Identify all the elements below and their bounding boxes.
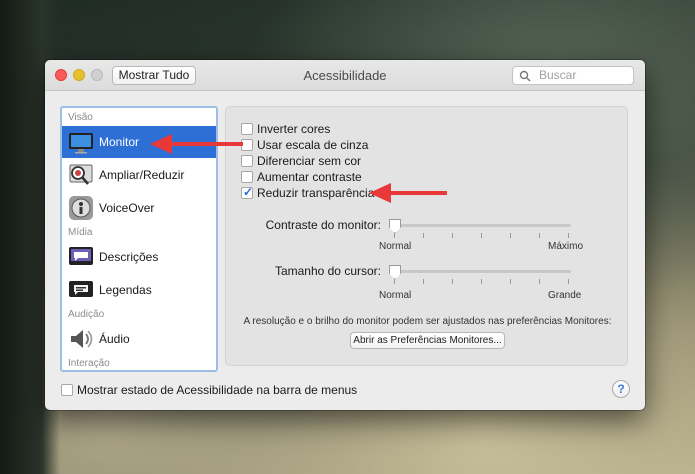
option-label: Inverter cores: [257, 122, 331, 136]
checkbox[interactable]: [61, 384, 73, 396]
search-icon: [519, 70, 531, 82]
open-displays-prefs-button[interactable]: Abrir as Preferências Monitores...: [350, 332, 505, 349]
option-label: Usar escala de cinza: [257, 138, 369, 152]
tick: [394, 279, 395, 284]
speaker-icon: [71, 330, 93, 348]
sidebar-item-captions[interactable]: Legendas: [62, 274, 216, 306]
contrast-slider-label: Contraste do monitor:: [265, 218, 381, 232]
sidebar-item-label: Monitor: [99, 135, 140, 149]
sidebar-item-voiceover[interactable]: VoiceOver: [62, 192, 216, 224]
checkmark-icon: ✓: [243, 185, 254, 199]
contrast-max-label: Máximo: [548, 241, 584, 252]
contrast-min-label: Normal: [379, 241, 412, 252]
sidebar-item-descriptions[interactable]: Descrições: [62, 241, 216, 273]
option-label: Diferenciar sem cor: [257, 154, 362, 168]
section-label-interaction: Interação: [68, 358, 110, 369]
display-info-text: A resolução e o brilho do monitor podem …: [243, 316, 612, 327]
tick: [394, 233, 395, 238]
sidebar-item-label: Áudio: [99, 332, 130, 346]
tick: [423, 279, 424, 284]
monitor-icon: [69, 133, 93, 154]
checkbox[interactable]: [241, 155, 253, 167]
tick: [539, 233, 540, 238]
cursor-max-label: Grande: [548, 290, 582, 301]
option-label: Mostrar estado de Acessibilidade na barr…: [77, 383, 358, 397]
sidebar-item-audio[interactable]: Áudio: [62, 323, 216, 355]
tick: [452, 279, 453, 284]
annotation-arrow-icon: [150, 134, 243, 154]
tick: [510, 233, 511, 238]
tick: [481, 279, 482, 284]
tick: [568, 233, 569, 238]
tick: [452, 233, 453, 238]
annotation-arrow-icon: [369, 183, 447, 203]
help-button[interactable]: ?: [612, 380, 630, 398]
contrast-slider-track[interactable]: [389, 224, 571, 227]
option-label: Aumentar contraste: [257, 170, 362, 184]
section-label-vision: Visão: [68, 112, 93, 123]
cursor-slider-knob[interactable]: [389, 265, 401, 279]
sidebar-item-label: VoiceOver: [99, 201, 155, 215]
descriptions-icon: [69, 247, 93, 265]
tick: [568, 279, 569, 284]
cursor-size-label: Tamanho do cursor:: [274, 264, 381, 278]
zoom-icon: [69, 164, 93, 185]
tick: [481, 233, 482, 238]
checkbox[interactable]: [241, 171, 253, 183]
sidebar-item-label: Legendas: [99, 283, 152, 297]
monitor-settings-pane: Inverter cores Usar escala de cinza Dife…: [225, 106, 628, 366]
cursor-slider-track[interactable]: [389, 270, 571, 273]
cursor-min-label: Normal: [379, 290, 412, 301]
sidebar-item-zoom[interactable]: Ampliar/Reduzir: [62, 159, 216, 191]
preferences-window: Mostrar Tudo Acessibilidade Buscar Visão…: [45, 60, 645, 410]
tick: [539, 279, 540, 284]
sidebar-item-label: Ampliar/Reduzir: [99, 168, 185, 182]
section-label-media: Mídia: [68, 227, 93, 238]
section-label-hearing: Audição: [68, 309, 105, 320]
tick: [510, 279, 511, 284]
tick: [423, 233, 424, 238]
contrast-slider-knob[interactable]: [389, 219, 401, 233]
checkbox-checked[interactable]: ✓: [241, 185, 254, 199]
search-placeholder: Buscar: [539, 68, 577, 82]
title-bar: Mostrar Tudo Acessibilidade Buscar: [45, 60, 645, 91]
option-label: Reduzir transparência: [257, 186, 375, 200]
sidebar-item-label: Descrições: [99, 250, 159, 264]
captions-icon: [69, 281, 93, 297]
voiceover-icon: [69, 196, 93, 220]
